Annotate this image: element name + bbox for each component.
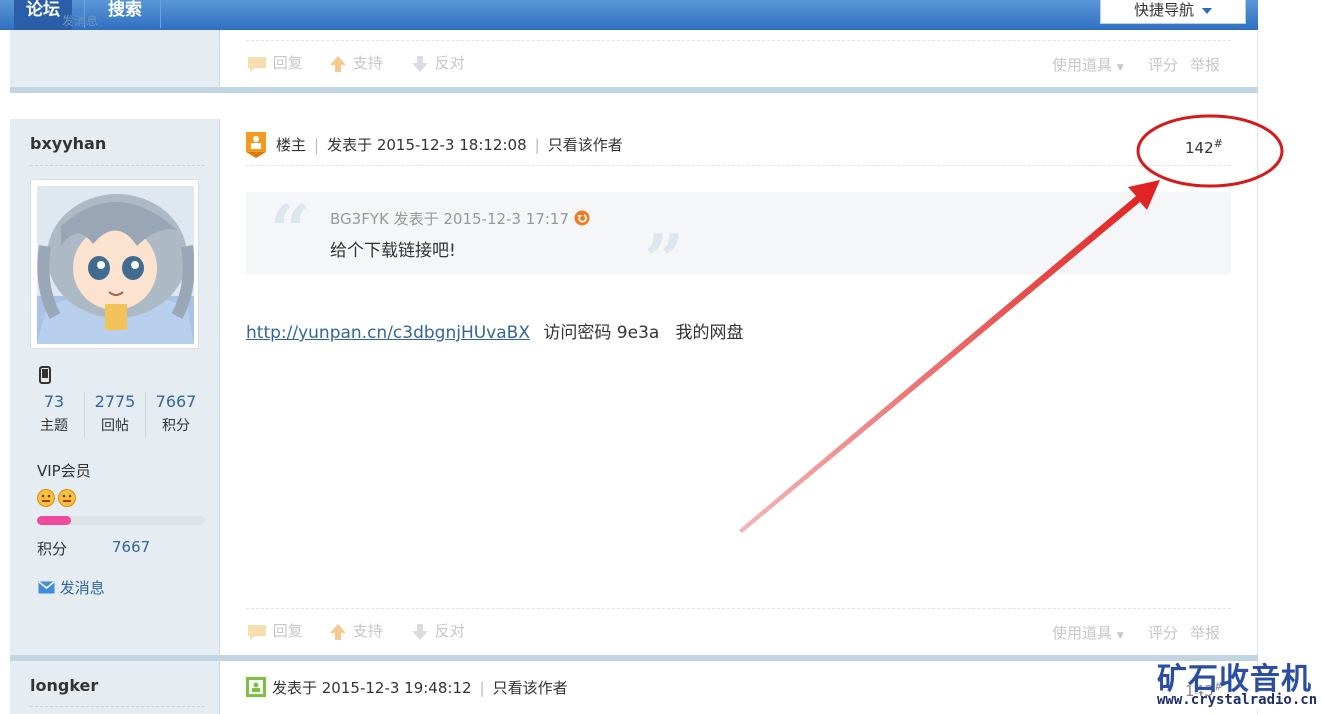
annotation-overlay: [739, 114, 1284, 533]
highlight-ellipse: [1136, 114, 1284, 188]
annotation-arrow: [739, 180, 1160, 533]
watermark-url: www.crystalradio.cn: [1157, 692, 1318, 708]
